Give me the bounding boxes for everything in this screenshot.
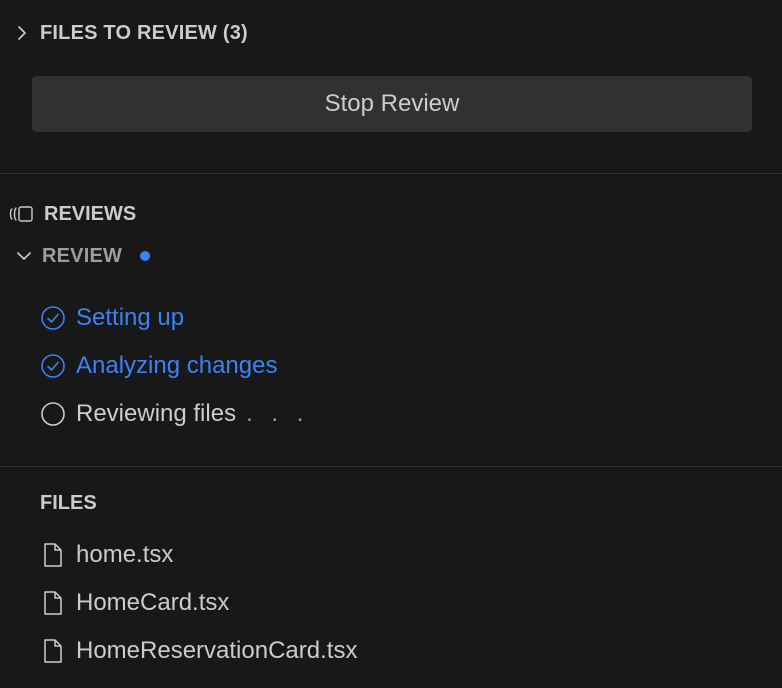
file-name: HomeCard.tsx (76, 589, 230, 616)
review-status-dot (140, 251, 151, 261)
review-title: REVIEW (42, 244, 123, 267)
files-to-review-header[interactable]: FILES TO REVIEW (3) (12, 16, 248, 50)
review-item[interactable]: REVIEW (14, 240, 151, 272)
file-icon (44, 543, 62, 567)
step-reviewing-files: Reviewing files . . . (40, 396, 309, 432)
chevron-down-icon (17, 252, 31, 260)
progress-ellipsis: . . . (246, 400, 310, 427)
step-label: Setting up (76, 304, 185, 331)
divider (0, 466, 782, 467)
step-setting-up: Setting up (40, 300, 184, 336)
file-item[interactable]: HomeReservationCard.tsx (42, 633, 357, 669)
file-item[interactable]: home.tsx (42, 537, 173, 573)
file-item[interactable]: HomeCard.tsx (42, 585, 229, 621)
circle-icon (41, 402, 65, 426)
check-circle-icon (41, 354, 65, 378)
files-to-review-title: FILES TO REVIEW (3) (40, 21, 248, 44)
reviews-icon (9, 206, 33, 222)
chevron-right-icon (18, 26, 26, 40)
stop-review-button[interactable]: Stop Review (32, 76, 752, 132)
file-icon (44, 639, 62, 663)
reviews-panel-header: REVIEWS (8, 198, 136, 230)
check-circle-icon (41, 306, 65, 330)
step-label: Analyzing changes (76, 352, 278, 379)
file-name: HomeReservationCard.tsx (76, 637, 358, 664)
divider (0, 173, 782, 174)
file-name: home.tsx (76, 541, 174, 568)
file-icon (44, 591, 62, 615)
reviews-title: REVIEWS (44, 202, 137, 225)
files-section-title: FILES (40, 492, 97, 514)
step-analyzing-changes: Analyzing changes (40, 348, 277, 384)
step-label: Reviewing files (76, 400, 237, 427)
